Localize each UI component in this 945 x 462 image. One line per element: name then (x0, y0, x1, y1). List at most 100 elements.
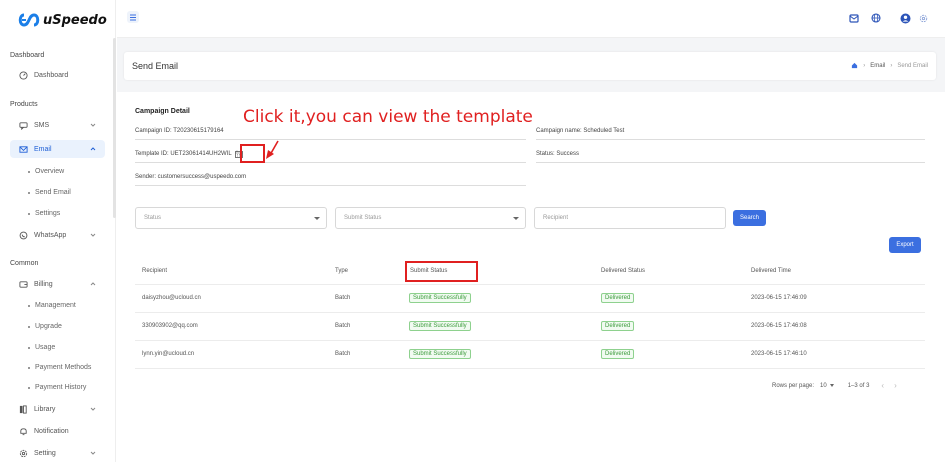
sidebar-item-label: Billing (34, 280, 53, 288)
chevron-down-icon (90, 123, 96, 127)
breadcrumb-email[interactable]: Email (870, 63, 885, 69)
subitem-label: Management (35, 302, 76, 309)
sidebar-subitem-send-email[interactable]: Send Email (28, 189, 71, 196)
mail-button[interactable] (848, 12, 860, 24)
caret-down-icon (314, 217, 320, 220)
sidebar-item-label: Notification (34, 427, 69, 435)
delivered-status-badge: Delivered (601, 321, 635, 331)
globe-icon (871, 13, 881, 23)
search-button[interactable]: Search (733, 210, 766, 226)
user-avatar-button[interactable] (899, 12, 911, 24)
sidebar-item-notification[interactable]: Notification (10, 422, 105, 440)
cell-type: Batch (335, 351, 351, 357)
language-button[interactable] (870, 12, 882, 24)
campaign-name: Campaign name: Scheduled Test (536, 123, 925, 140)
sidebar-item-billing[interactable]: Billing (10, 275, 105, 293)
subitem-label: Usage (35, 344, 56, 351)
input-placeholder: Recipient (543, 215, 569, 221)
sidebar-item-label: Dashboard (34, 71, 69, 79)
sidebar-subitem-overview[interactable]: Overview (28, 168, 64, 175)
top-bar (117, 0, 945, 38)
column-header-delivered-time: Delivered Time (751, 268, 792, 274)
sidebar-item-label: SMS (34, 121, 50, 129)
subitem-label: Overview (35, 168, 65, 175)
sidebar-subitem-settings[interactable]: Settings (28, 210, 60, 217)
subitem-label: Settings (35, 210, 61, 217)
status-select[interactable]: Status (135, 207, 327, 229)
logo-icon (18, 13, 40, 27)
sidebar-subitem-payment-methods[interactable]: Payment Methods (28, 364, 91, 371)
bullet-icon (28, 366, 30, 369)
bullet-icon (28, 212, 30, 215)
cell-type: Batch (335, 323, 351, 329)
chevron-down-icon (90, 451, 96, 455)
cell-recipient: 330903902@qq.com (142, 323, 198, 329)
column-header-type: Type (335, 268, 349, 274)
library-icon (18, 404, 28, 414)
rows-per-page-select[interactable]: 10 (820, 383, 834, 389)
sidebar-item-sms[interactable]: SMS (10, 116, 105, 134)
cell-delivered-time: 2023-06-15 17:46:08 (751, 323, 807, 329)
settings-button[interactable] (917, 12, 929, 24)
sidebar-scrollbar[interactable] (113, 38, 116, 218)
breadcrumb-send-email: Send Email (897, 62, 928, 69)
sidebar-subitem-payment-history[interactable]: Payment History (28, 384, 86, 391)
campaign-status-value: Status: Success (536, 151, 580, 157)
menu-toggle-button[interactable] (127, 11, 139, 23)
bullet-icon (28, 325, 30, 328)
chevron-up-icon (90, 147, 96, 151)
table-divider (135, 284, 925, 285)
table-divider (135, 312, 925, 313)
subitem-label: Upgrade (35, 323, 62, 330)
menu-icon (130, 14, 136, 20)
home-icon[interactable] (851, 62, 858, 69)
sidebar-item-label: WhatsApp (34, 231, 67, 239)
annotation-arrow-icon (266, 140, 279, 159)
subitem-label: Payment Methods (35, 364, 92, 371)
sender-value: Sender: customersuccess@uspeedo.com (135, 174, 247, 180)
cell-delivered-time: 2023-06-15 17:46:09 (751, 295, 807, 301)
bullet-icon (28, 170, 30, 173)
sidebar-item-whatsapp[interactable]: WhatsApp (10, 226, 105, 244)
subitem-label: Payment History (35, 384, 87, 391)
cell-recipient: daisyzhou@ucloud.cn (142, 295, 201, 301)
table-divider (135, 340, 925, 341)
sidebar-item-dashboard[interactable]: Dashboard (10, 66, 105, 84)
campaign-name-value: Campaign name: Scheduled Test (536, 128, 625, 134)
annotation-box-submit-status (405, 261, 478, 282)
export-button[interactable]: Export (889, 237, 921, 253)
submit-status-select[interactable]: Submit Status (335, 207, 526, 229)
sidebar-item-label: Library (34, 405, 56, 413)
sidebar-subitem-upgrade[interactable]: Upgrade (28, 323, 62, 330)
chevron-left-icon[interactable]: ‹ (881, 381, 884, 390)
sidebar-item-library[interactable]: Library (10, 400, 105, 418)
breadcrumb: › Email › Send Email (851, 62, 928, 69)
select-placeholder: Submit Status (344, 215, 382, 221)
cell-recipient: lynn.yin@ucloud.cn (142, 351, 195, 357)
bullet-icon (28, 346, 30, 349)
submit-status-badge: Submit Successfully (409, 293, 471, 303)
gear-icon (18, 448, 28, 458)
sidebar-subitem-management[interactable]: Management (28, 302, 76, 309)
page-header: Send Email › Email › Send Email (124, 52, 936, 80)
sidebar-item-label: Setting (34, 449, 56, 457)
caret-down-icon (829, 384, 834, 387)
bullet-icon (28, 304, 30, 307)
sender: Sender: customersuccess@uspeedo.com (135, 169, 526, 186)
caret-down-icon (513, 217, 519, 220)
sidebar-item-setting[interactable]: Setting (10, 444, 105, 462)
page-range: 1–3 of 3 (847, 382, 870, 389)
page-title: Send Email (132, 61, 179, 71)
app-name: uSpeedo (43, 12, 107, 28)
sidebar-item-email[interactable]: Email (10, 140, 105, 158)
chevron-right-icon[interactable]: › (894, 381, 897, 390)
bell-icon (18, 426, 28, 436)
mail-icon (18, 144, 28, 154)
user-icon (900, 13, 910, 23)
bullet-icon (28, 191, 30, 194)
recipient-input[interactable]: Recipient (534, 207, 726, 229)
chevron-down-icon (90, 233, 96, 237)
app-logo[interactable]: uSpeedo (18, 9, 107, 31)
sidebar-subitem-usage[interactable]: Usage (28, 344, 55, 351)
submit-status-badge: Submit Successfully (409, 349, 471, 359)
